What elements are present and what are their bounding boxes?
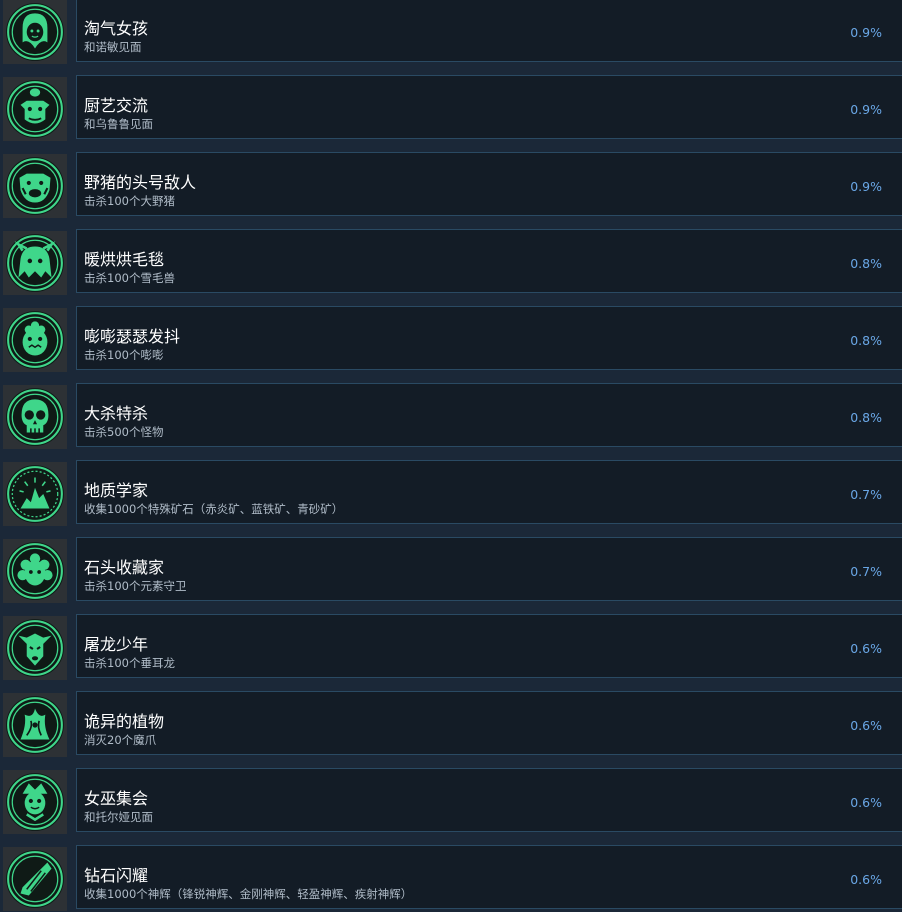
boar-head-icon (6, 157, 64, 215)
achievement-list: 淘气女孩 和诺敏见面 0.9% 厨艺交流 和乌鲁鲁见面 0.9% 野猪的头号敌人… (0, 0, 902, 912)
achievement-icon-frame (3, 308, 67, 372)
achievement-row[interactable]: 地质学家 收集1000个特殊矿石（赤炎矿、蓝铁矿、青砂矿） 0.7% (0, 450, 902, 527)
achievement-description: 消灭20个魔爪 (84, 733, 157, 747)
achievement-unlock-percent: 0.9% (850, 179, 882, 194)
achievement-row[interactable]: 嘭嘭瑟瑟发抖 击杀100个嘭嘭 0.8% (0, 296, 902, 373)
achievement-title: 野猪的头号敌人 (84, 173, 197, 192)
ore-pile-icon (6, 465, 64, 523)
achievement-card: 诡异的植物 消灭20个魔爪 0.6% (76, 691, 902, 755)
rock-guardian-icon (6, 542, 64, 600)
witch-icon (6, 773, 64, 831)
achievement-row[interactable]: 钻石闪耀 收集1000个神辉（锋锐神辉、金刚神辉、轻盈神辉、疾射神辉） 0.6% (0, 835, 902, 912)
achievement-unlock-percent: 0.9% (850, 25, 882, 40)
goblin-chef-icon (6, 80, 64, 138)
thorn-plant-icon (6, 696, 64, 754)
achievement-description: 和乌鲁鲁见面 (84, 117, 153, 131)
achievement-title: 淘气女孩 (84, 19, 149, 38)
achievement-title: 大杀特杀 (84, 404, 149, 423)
achievement-row[interactable]: 厨艺交流 和乌鲁鲁见面 0.9% (0, 65, 902, 142)
achievement-icon-frame (3, 693, 67, 757)
achievement-description: 和诺敏见面 (84, 40, 142, 54)
achievement-unlock-percent: 0.6% (850, 718, 882, 733)
achievement-unlock-percent: 0.7% (850, 487, 882, 502)
achievement-description: 收集1000个特殊矿石（赤炎矿、蓝铁矿、青砂矿） (84, 502, 344, 516)
achievement-title: 石头收藏家 (84, 558, 165, 577)
achievement-title: 暖烘烘毛毯 (84, 250, 165, 269)
furry-beast-icon (6, 234, 64, 292)
achievement-description: 击杀100个元素守卫 (84, 579, 187, 593)
achievement-icon-frame (3, 154, 67, 218)
girl-portrait-icon (6, 3, 64, 61)
achievement-description: 和托尔娅见面 (84, 810, 153, 824)
achievement-row[interactable]: 屠龙少年 击杀100个垂耳龙 0.6% (0, 604, 902, 681)
achievement-card: 石头收藏家 击杀100个元素守卫 0.7% (76, 537, 902, 601)
achievement-icon-frame (3, 770, 67, 834)
achievement-description: 击杀500个怪物 (84, 425, 164, 439)
achievement-card: 女巫集会 和托尔娅见面 0.6% (76, 768, 902, 832)
achievement-title: 嘭嘭瑟瑟发抖 (84, 327, 181, 346)
achievement-icon-frame (3, 231, 67, 295)
achievement-row[interactable]: 女巫集会 和托尔娅见面 0.6% (0, 758, 902, 835)
achievement-description: 击杀100个大野猪 (84, 194, 175, 208)
achievement-unlock-percent: 0.8% (850, 256, 882, 271)
achievement-title: 厨艺交流 (84, 96, 149, 115)
achievement-card: 地质学家 收集1000个特殊矿石（赤炎矿、蓝铁矿、青砂矿） 0.7% (76, 460, 902, 524)
achievement-card: 厨艺交流 和乌鲁鲁见面 0.9% (76, 75, 902, 139)
achievement-icon-frame (3, 77, 67, 141)
achievement-row[interactable]: 野猪的头号敌人 击杀100个大野猪 0.9% (0, 142, 902, 219)
achievement-card: 大杀特杀 击杀500个怪物 0.8% (76, 383, 902, 447)
achievement-icon-frame (3, 539, 67, 603)
achievement-card: 野猪的头号敌人 击杀100个大野猪 0.9% (76, 152, 902, 216)
achievement-row[interactable]: 大杀特杀 击杀500个怪物 0.8% (0, 373, 902, 450)
achievement-unlock-percent: 0.8% (850, 333, 882, 348)
achievement-row[interactable]: 诡异的植物 消灭20个魔爪 0.6% (0, 681, 902, 758)
achievement-title: 女巫集会 (84, 789, 149, 808)
achievement-title: 屠龙少年 (84, 635, 149, 654)
achievement-card: 淘气女孩 和诺敏见面 0.9% (76, 0, 902, 62)
achievement-card: 屠龙少年 击杀100个垂耳龙 0.6% (76, 614, 902, 678)
achievement-description: 击杀100个嘭嘭 (84, 348, 164, 362)
achievement-icon-frame (3, 616, 67, 680)
achievement-card: 钻石闪耀 收集1000个神辉（锋锐神辉、金刚神辉、轻盈神辉、疾射神辉） 0.6% (76, 845, 902, 909)
achievement-row[interactable]: 石头收藏家 击杀100个元素守卫 0.7% (0, 527, 902, 604)
achievement-unlock-percent: 0.6% (850, 641, 882, 656)
achievement-row[interactable]: 淘气女孩 和诺敏见面 0.9% (0, 0, 902, 65)
dragon-head-icon (6, 619, 64, 677)
crystal-shard-icon (6, 850, 64, 908)
skull-icon (6, 388, 64, 446)
achievement-unlock-percent: 0.6% (850, 872, 882, 887)
achievement-title: 地质学家 (84, 481, 149, 500)
achievement-icon-frame (3, 385, 67, 449)
achievement-description: 击杀100个雪毛兽 (84, 271, 175, 285)
achievement-icon-frame (3, 847, 67, 911)
achievement-card: 暖烘烘毛毯 击杀100个雪毛兽 0.8% (76, 229, 902, 293)
achievement-description: 收集1000个神辉（锋锐神辉、金刚神辉、轻盈神辉、疾射神辉） (84, 887, 413, 901)
achievement-icon-frame (3, 462, 67, 526)
shaggy-creature-icon (6, 311, 64, 369)
achievement-title: 钻石闪耀 (84, 866, 149, 885)
achievement-unlock-percent: 0.8% (850, 410, 882, 425)
achievement-icon-frame (3, 0, 67, 64)
achievement-unlock-percent: 0.6% (850, 795, 882, 810)
achievement-row[interactable]: 暖烘烘毛毯 击杀100个雪毛兽 0.8% (0, 219, 902, 296)
achievement-description: 击杀100个垂耳龙 (84, 656, 175, 670)
achievement-title: 诡异的植物 (84, 712, 165, 731)
achievement-card: 嘭嘭瑟瑟发抖 击杀100个嘭嘭 0.8% (76, 306, 902, 370)
achievement-unlock-percent: 0.9% (850, 102, 882, 117)
achievement-unlock-percent: 0.7% (850, 564, 882, 579)
